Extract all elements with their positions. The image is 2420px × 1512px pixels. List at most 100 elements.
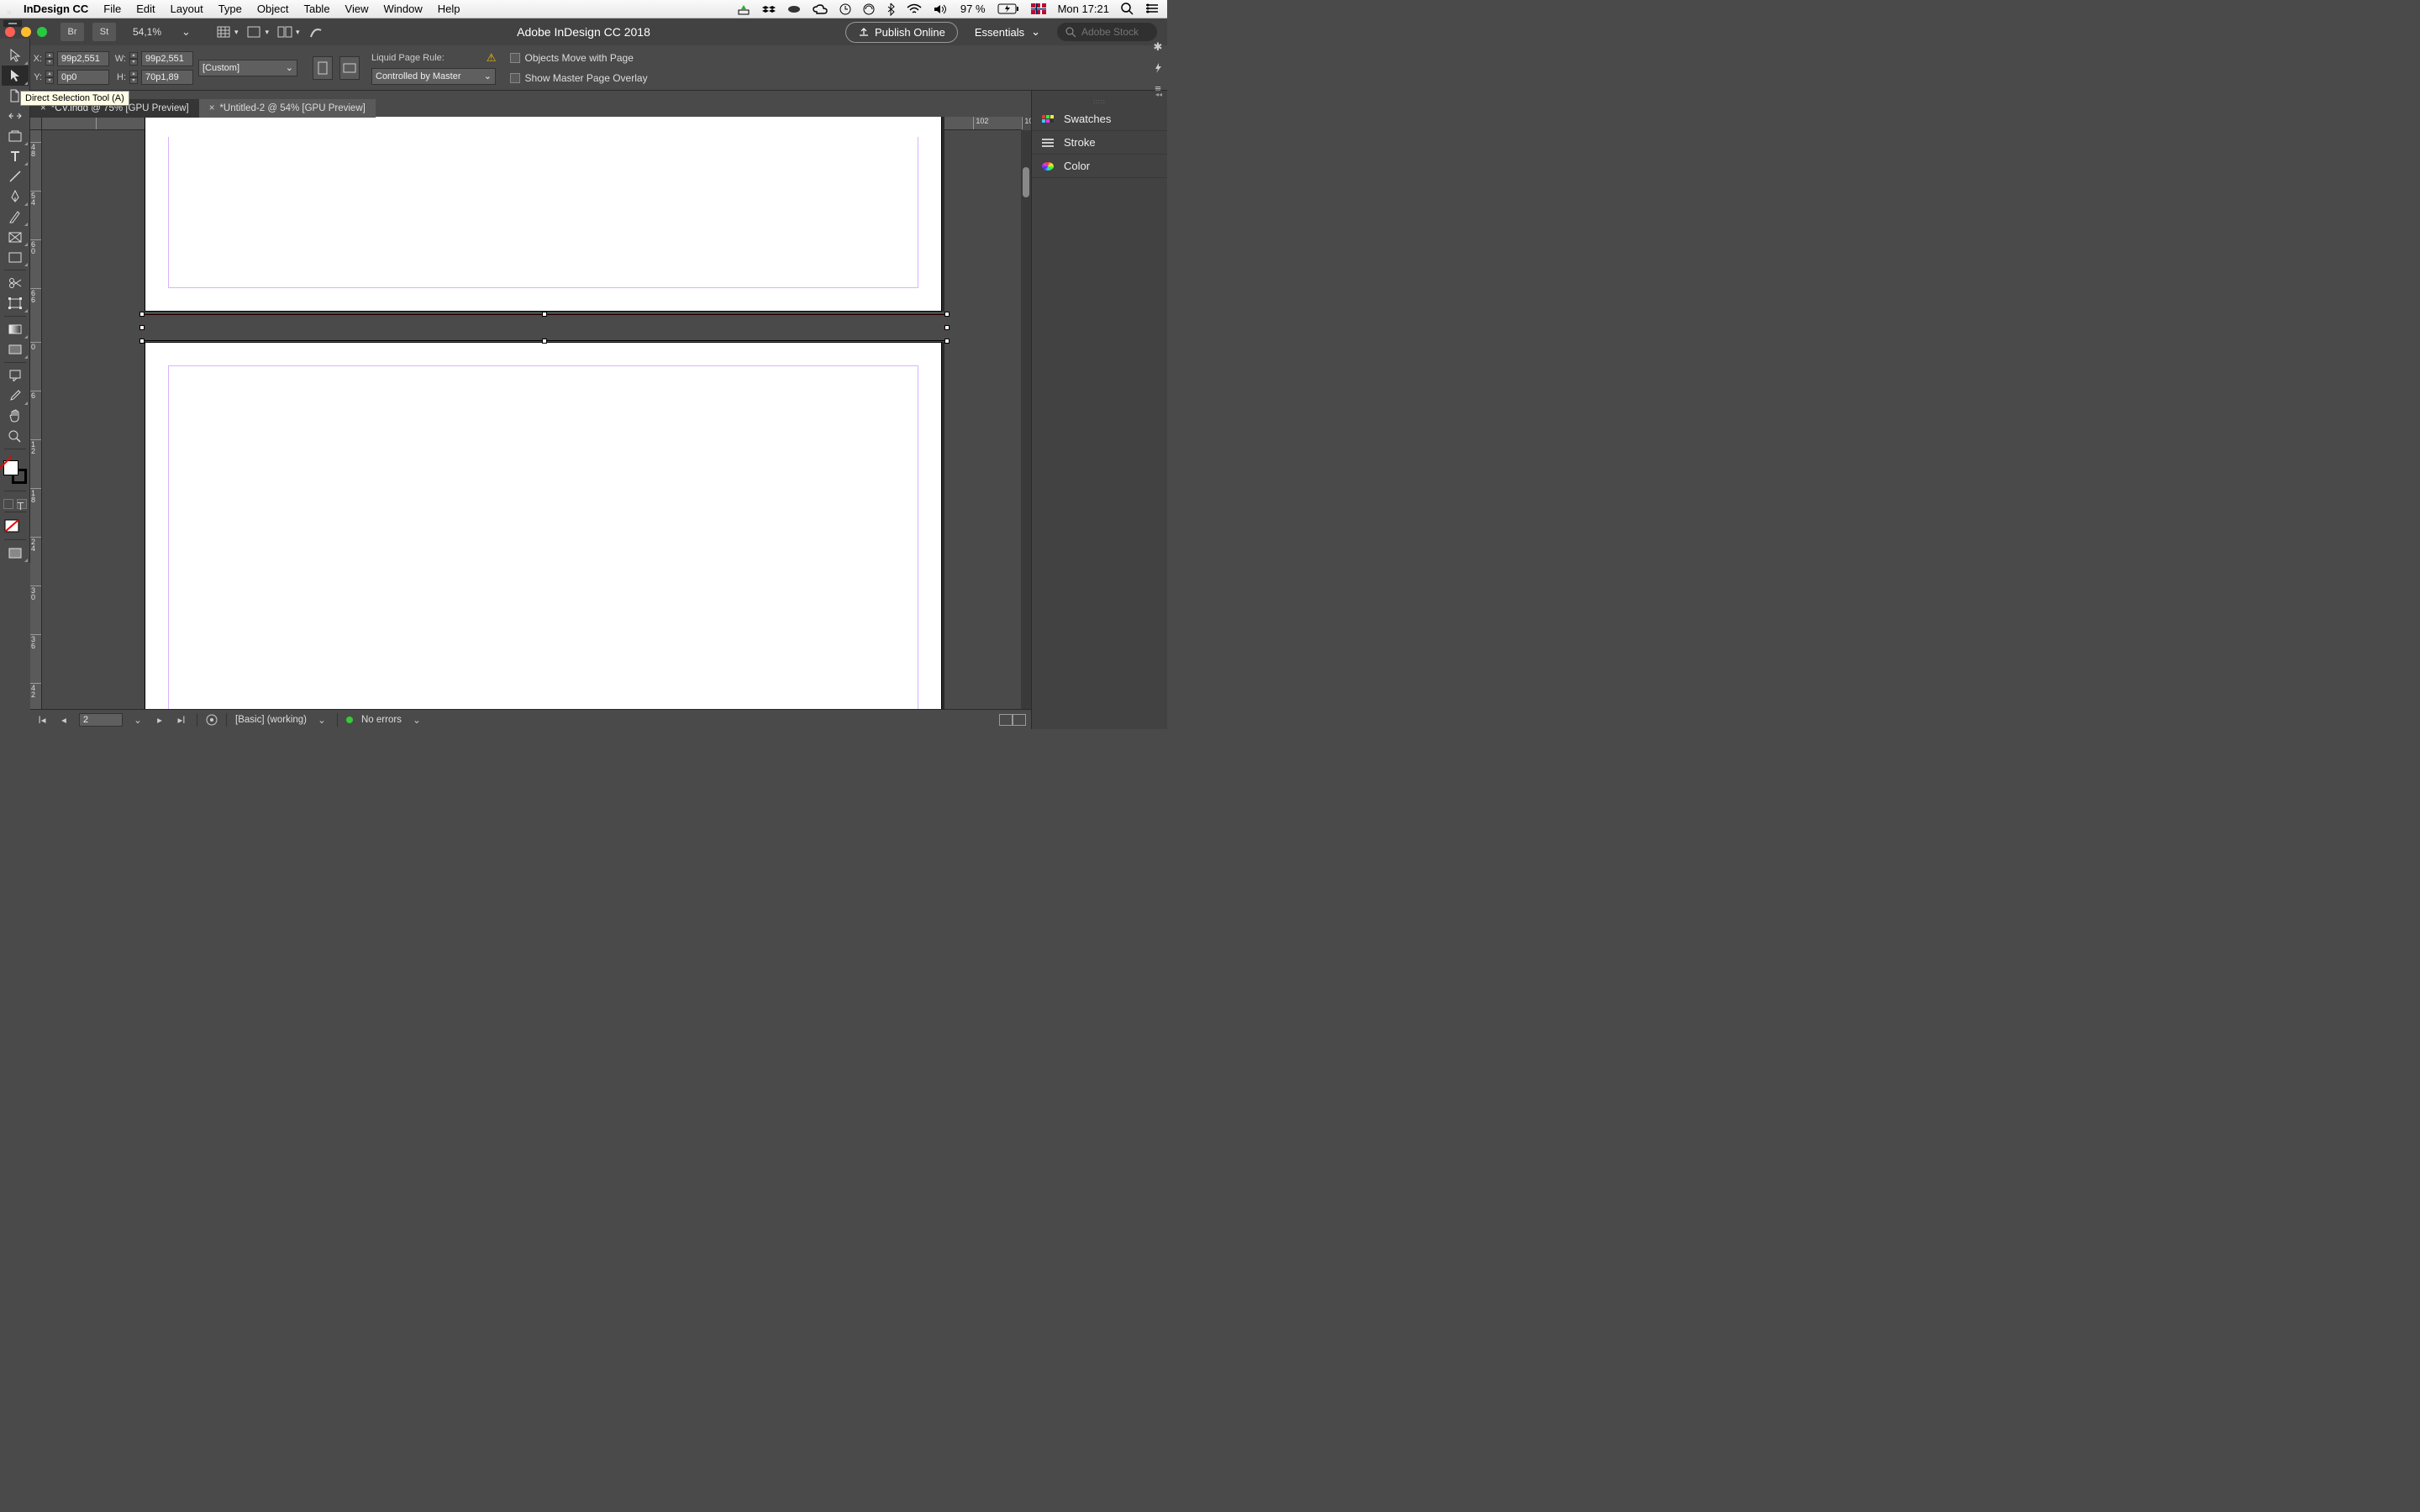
palette-close-icon[interactable]: ✕ [6, 8, 13, 18]
rectangle-tool[interactable] [2, 247, 29, 267]
line-tool[interactable] [2, 166, 29, 186]
preflight-dropdown-icon[interactable]: ⌄ [410, 714, 424, 726]
close-icon[interactable]: × [209, 103, 215, 113]
palette-grip[interactable] [3, 20, 22, 27]
gpu-perf-icon[interactable] [308, 24, 324, 39]
x-input[interactable] [57, 51, 109, 66]
screen-mode-button[interactable]: ▾ [246, 24, 269, 39]
zoom-dropdown-icon[interactable]: ⌄ [182, 25, 191, 39]
screen-mode-tool[interactable] [2, 543, 29, 563]
w-stepper[interactable]: ▴▾ [129, 52, 138, 66]
status-style[interactable]: [Basic] (working) [235, 715, 307, 725]
last-page-button[interactable]: ▸I [175, 714, 188, 726]
battery-icon[interactable] [997, 3, 1019, 14]
scissors-tool[interactable] [2, 273, 29, 293]
creative-cloud-icon[interactable] [813, 4, 828, 14]
zoom-tool[interactable] [2, 426, 29, 446]
view-options-button[interactable]: ▾ [216, 24, 239, 39]
quick-apply-icon[interactable] [1152, 62, 1164, 74]
menu-table[interactable]: Table [303, 3, 329, 15]
menuextra-icon-1[interactable] [737, 3, 750, 15]
window-minimize-button[interactable] [21, 27, 31, 37]
pencil-tool[interactable] [2, 207, 29, 227]
dropbox-icon[interactable] [762, 3, 776, 15]
pasteboard[interactable] [42, 130, 1021, 709]
menuextra-icon-5[interactable] [839, 3, 851, 15]
panel-stroke[interactable]: Stroke [1032, 131, 1167, 155]
page-number-input[interactable] [79, 713, 123, 727]
adobe-stock-search[interactable] [1057, 23, 1157, 41]
y-stepper[interactable]: ▴▾ [45, 71, 54, 84]
page-upper[interactable] [145, 117, 942, 312]
h-input[interactable] [141, 70, 193, 85]
vertical-ruler[interactable]: 4854606606121824303642 [30, 130, 42, 709]
ruler-origin[interactable] [30, 117, 42, 130]
publish-online-button[interactable]: Publish Online [845, 22, 958, 43]
fill-stroke-swatch[interactable] [3, 460, 27, 484]
document-tab-2[interactable]: × *Untitled-2 @ 54% [GPU Preview] [199, 99, 376, 118]
x-stepper[interactable]: ▴▾ [45, 52, 54, 66]
master-overlay-checkbox-row[interactable]: Show Master Page Overlay [510, 72, 648, 84]
dock-grip[interactable]: ::::: [1032, 99, 1167, 108]
page-dropdown-icon[interactable]: ⌄ [131, 714, 145, 726]
scroll-thumb[interactable] [1023, 167, 1029, 197]
bluetooth-icon[interactable] [886, 3, 895, 16]
clock[interactable]: Mon 17:21 [1058, 3, 1109, 15]
bridge-button[interactable]: Br [60, 23, 84, 41]
style-dropdown-icon[interactable]: ⌄ [315, 714, 329, 726]
spotlight-icon[interactable] [1121, 3, 1134, 15]
first-page-button[interactable]: I◂ [35, 714, 49, 726]
gradient-swatch-tool[interactable] [2, 319, 29, 339]
content-collector-tool[interactable] [2, 126, 29, 146]
stock-button[interactable]: St [92, 23, 116, 41]
menu-file[interactable]: File [103, 3, 121, 15]
menuextra-icon-6[interactable] [863, 3, 875, 15]
default-fill-stroke[interactable] [3, 518, 27, 537]
orientation-portrait-button[interactable] [313, 56, 333, 80]
battery-percent[interactable]: 97 % [960, 3, 986, 15]
orientation-landscape-button[interactable] [339, 56, 360, 80]
window-maximize-button[interactable] [37, 27, 47, 37]
apply-color-modes[interactable]: T [3, 499, 27, 509]
adobe-stock-input[interactable] [1081, 26, 1149, 38]
menu-layout[interactable]: Layout [171, 3, 203, 15]
w-input[interactable] [141, 51, 193, 66]
direct-selection-tool[interactable] [2, 66, 29, 86]
collapse-panels-icon[interactable]: ◂◂ [1032, 91, 1167, 99]
gear-icon[interactable]: ✱ [1154, 40, 1163, 54]
rectangle-frame-tool[interactable] [2, 227, 29, 247]
menu-type[interactable]: Type [218, 3, 242, 15]
menu-window[interactable]: Window [384, 3, 423, 15]
workspace-switcher[interactable]: Essentials ⌄ [966, 25, 1049, 39]
menu-view[interactable]: View [345, 3, 369, 15]
split-view-toggle[interactable] [999, 714, 1026, 726]
h-stepper[interactable]: ▴▾ [129, 71, 138, 84]
vertical-scrollbar[interactable] [1021, 130, 1031, 709]
page-lower[interactable] [145, 342, 942, 709]
notification-center-icon[interactable] [1145, 3, 1159, 14]
panel-color[interactable]: Color [1032, 155, 1167, 178]
gradient-feather-tool[interactable] [2, 339, 29, 360]
liquid-rule-select[interactable]: Controlled by Master⌄ [371, 68, 496, 85]
wifi-icon[interactable] [907, 3, 922, 14]
note-tool[interactable] [2, 365, 29, 386]
selection-frame[interactable] [141, 313, 948, 342]
page-size-preset[interactable]: [Custom]⌄ [198, 60, 297, 76]
menu-help[interactable]: Help [438, 3, 460, 15]
flag-icon[interactable] [1031, 3, 1046, 14]
menu-object[interactable]: Object [257, 3, 289, 15]
free-transform-tool[interactable] [2, 293, 29, 313]
zoom-level[interactable]: 54,1% [124, 26, 170, 38]
volume-icon[interactable] [934, 3, 949, 15]
menuextra-icon-3[interactable] [787, 4, 801, 14]
preflight-status[interactable]: No errors [361, 715, 402, 725]
panel-swatches[interactable]: Swatches [1032, 108, 1167, 131]
objects-move-checkbox-row[interactable]: Objects Move with Page [510, 52, 648, 64]
next-page-button[interactable]: ▸ [153, 714, 166, 726]
menu-edit[interactable]: Edit [136, 3, 155, 15]
arrange-button[interactable]: ▾ [277, 24, 300, 39]
open-dialog-icon[interactable] [206, 714, 218, 726]
selection-tool[interactable] [2, 45, 29, 66]
window-close-button[interactable] [5, 27, 15, 37]
type-tool[interactable] [2, 146, 29, 166]
